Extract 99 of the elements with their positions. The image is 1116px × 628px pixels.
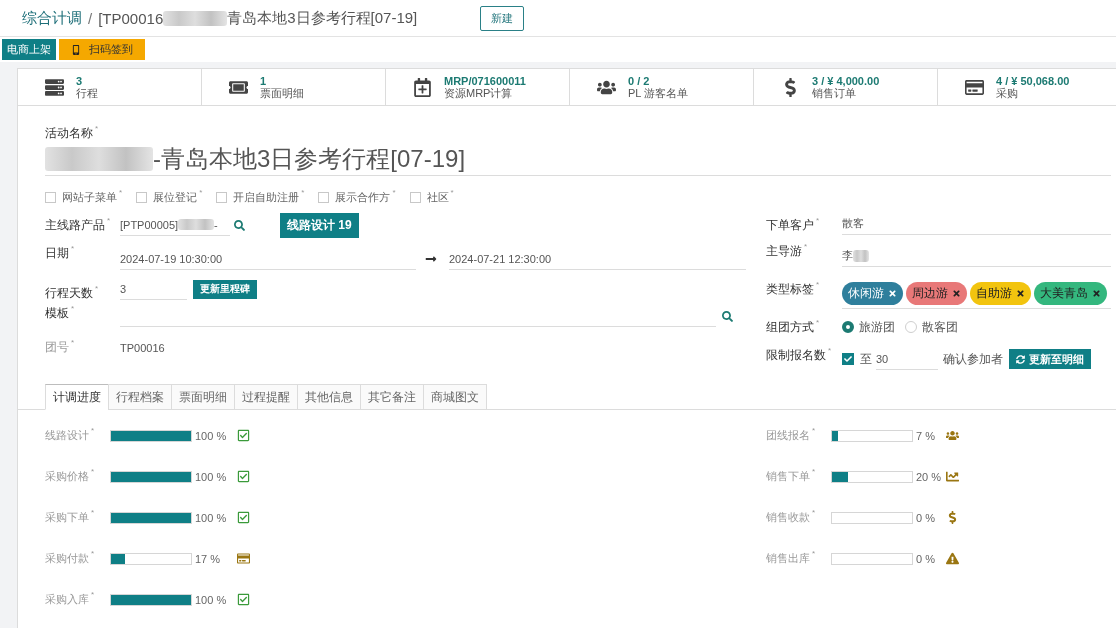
- tab[interactable]: 其他信息: [297, 384, 361, 410]
- checkbox[interactable]: [409, 191, 421, 203]
- progress-label: 销售收款$^{*}$: [766, 510, 817, 525]
- tab[interactable]: 行程档案: [108, 384, 172, 410]
- field-label: 限制报名数$^{*}$: [766, 347, 832, 364]
- tag-text: 大美青岛: [1040, 285, 1088, 302]
- field-label: 组团方式$^{*}$: [766, 319, 820, 336]
- tag-text: 周边游: [912, 285, 948, 302]
- mobile-phone-icon: [71, 44, 81, 55]
- progress-percent: 7 %: [915, 429, 936, 442]
- checkbox-label: 开启自助注册$^{*}$: [233, 189, 305, 205]
- credit-card-icon: [964, 77, 984, 97]
- field-label: 主线路产品$^{*}$: [45, 217, 111, 234]
- blurred-block: [853, 249, 869, 262]
- date-field[interactable]: 2024-07-21 12:30:00: [449, 248, 746, 270]
- field-label: 活动名称$^{*}$: [45, 126, 99, 140]
- progress-label: 销售出库$^{*}$: [766, 551, 817, 566]
- field-label: 主导游$^{*}$: [766, 243, 808, 260]
- tab[interactable]: 计调进度: [45, 384, 109, 410]
- search-icon[interactable]: [722, 310, 733, 322]
- progress-label: 团线报名$^{*}$: [766, 428, 817, 443]
- group-number: TP00016: [120, 342, 165, 354]
- guide-field[interactable]: 李: [842, 245, 1111, 267]
- customer-field[interactable]: 散客: [842, 213, 1111, 235]
- checkbox[interactable]: [842, 353, 854, 365]
- warning-icon: [946, 552, 959, 565]
- users-icon: [946, 429, 959, 442]
- server-icon: [44, 77, 64, 97]
- remove-icon[interactable]: [952, 289, 961, 298]
- checkbox[interactable]: [318, 191, 330, 203]
- checkbox-label: 社区$^{*}$: [426, 189, 454, 205]
- blurred-block: [178, 219, 215, 230]
- date-field[interactable]: 2024-07-19 10:30:00: [120, 248, 416, 270]
- breadcrumb-title: [TP00016: [98, 9, 164, 27]
- progress-label: 采购价格$^{*}$: [45, 469, 96, 484]
- breadcrumb-link[interactable]: 综合计调: [22, 8, 82, 28]
- line-chart-icon: [946, 470, 959, 483]
- action-button[interactable]: 扫码签到: [59, 39, 145, 60]
- field-label: 团号$^{*}$: [45, 339, 75, 356]
- update-details-button[interactable]: 更新至明细: [1009, 349, 1091, 369]
- tab[interactable]: 商城图文: [423, 384, 487, 410]
- calendar-plus-icon: [412, 77, 432, 97]
- breadcrumb-title: 青岛本地3日参考行程[07-19]: [227, 8, 418, 28]
- tab[interactable]: 票面明细: [171, 384, 235, 410]
- remove-icon[interactable]: [1016, 289, 1025, 298]
- progress-label: 销售下单$^{*}$: [766, 469, 817, 484]
- limit-field[interactable]: 30: [876, 348, 938, 370]
- field-label: 模板$^{*}$: [45, 305, 75, 322]
- breadcrumb-separator: /: [88, 9, 93, 27]
- blurred-block: [163, 10, 228, 26]
- progress-label: 采购付款$^{*}$: [45, 551, 96, 566]
- checkbox-label: 网站子菜单$^{*}$: [62, 189, 123, 205]
- progress-percent: 100 %: [194, 470, 228, 483]
- credit-card-icon: [237, 552, 250, 565]
- tab[interactable]: 其它备注: [360, 384, 424, 410]
- refresh-icon: [1016, 354, 1025, 364]
- update-milestone-button[interactable]: 更新里程碑: [193, 279, 257, 299]
- field-label: 类型标签$^{*}$: [766, 281, 820, 298]
- new-button[interactable]: 新建: [480, 5, 524, 31]
- progress-percent: 0 %: [915, 552, 936, 565]
- progress-percent: 100 %: [194, 593, 228, 606]
- progress-percent: 17 %: [194, 552, 222, 565]
- activity-name: -青岛本地3日参考行程[07-19]: [153, 144, 466, 174]
- progress-percent: 0 %: [915, 511, 936, 524]
- guide-name: 李: [842, 248, 853, 263]
- remove-icon[interactable]: [888, 289, 897, 298]
- arrow-right-icon: [425, 253, 437, 265]
- search-icon[interactable]: [234, 219, 245, 231]
- field-label: 下单客户$^{*}$: [766, 217, 820, 234]
- tag-text: 自助游: [976, 285, 1012, 302]
- tab[interactable]: 过程提醒: [234, 384, 298, 410]
- progress-label: 线路设计$^{*}$: [45, 428, 96, 443]
- product-field[interactable]: [PTP00005] -: [120, 214, 230, 236]
- activity-name-field[interactable]: -青岛本地3日参考行程[07-19]: [45, 140, 1111, 176]
- checkbox[interactable]: [216, 191, 228, 203]
- product-value: -: [214, 218, 218, 231]
- checkbox[interactable]: [136, 191, 148, 203]
- radio-button[interactable]: [842, 321, 854, 333]
- radio-label: 旅游团: [859, 318, 895, 336]
- radio-label: 散客团: [922, 318, 958, 336]
- limit-prefix: 至: [860, 350, 872, 368]
- checkbox-label: 展示合作方$^{*}$: [335, 189, 396, 205]
- dollar-icon: [946, 511, 959, 524]
- progress-label: 采购入库$^{*}$: [45, 592, 96, 607]
- remove-icon[interactable]: [1092, 289, 1101, 298]
- confirm-attendees-label: 确认参加者: [943, 350, 1003, 368]
- checkbox-label: 展位登记$^{*}$: [153, 189, 203, 205]
- field-label: 行程天数$^{*}$: [45, 285, 99, 302]
- progress-percent: 100 %: [194, 511, 228, 524]
- progress-percent: 100 %: [194, 429, 228, 442]
- tag-text: 休闲游: [848, 285, 884, 302]
- checkbox[interactable]: [45, 191, 56, 203]
- days-field[interactable]: 3: [120, 278, 187, 300]
- field-label: 日期$^{*}$: [45, 245, 75, 262]
- route-design-button[interactable]: 线路设计 19: [280, 212, 359, 238]
- action-button[interactable]: 电商上架: [2, 39, 56, 60]
- product-value: [PTP00005]: [120, 218, 179, 231]
- progress-label: 采购下单$^{*}$: [45, 510, 96, 525]
- progress-percent: 20 %: [915, 470, 943, 483]
